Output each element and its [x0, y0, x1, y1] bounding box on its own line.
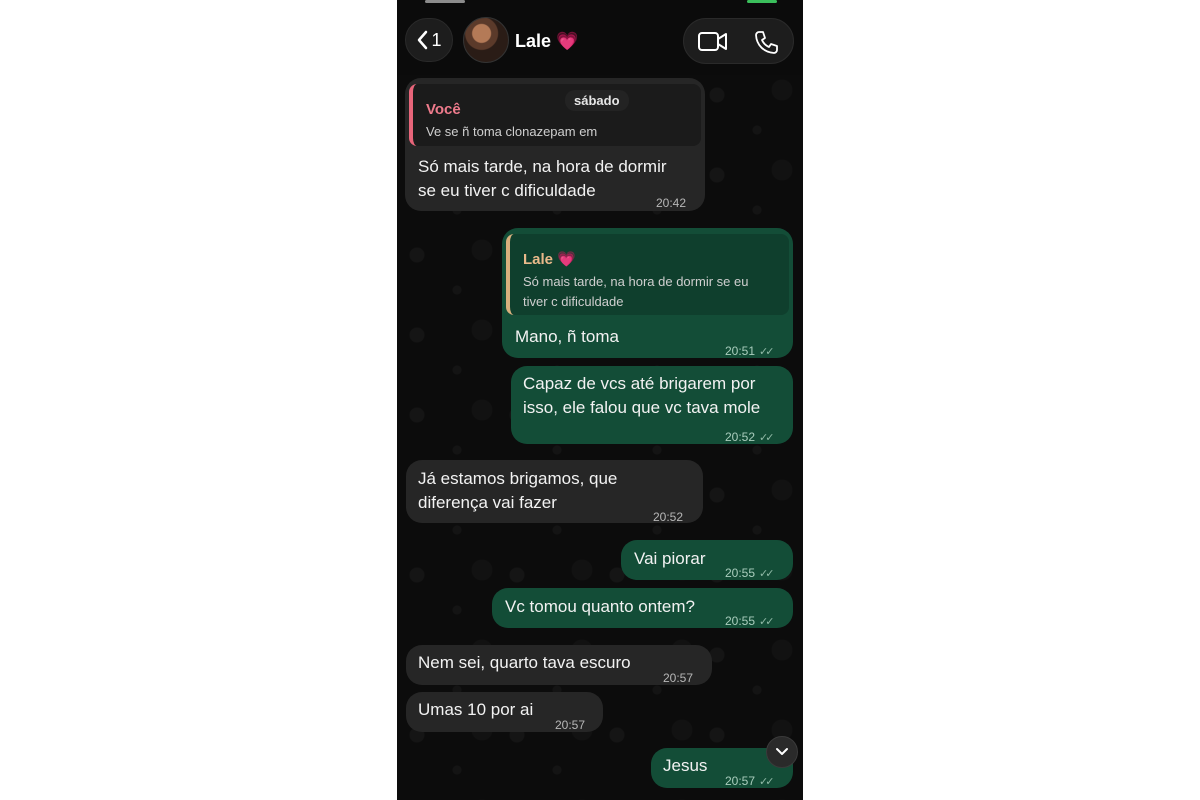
back-unread-count: 1 [431, 29, 442, 50]
chevron-down-icon [776, 748, 788, 755]
message-time: 20:57 [555, 718, 586, 732]
contact-avatar[interactable] [463, 17, 509, 63]
message-bubble-outgoing[interactable]: Vai piorar 20:55 ✓✓ [621, 540, 793, 580]
message-time: 20:52 ✓✓ [725, 425, 775, 450]
message-bubble-incoming[interactable]: Nem sei, quarto tava escuro 20:57 [406, 645, 712, 685]
message-time: 20:57 ✓✓ [725, 769, 775, 794]
message-text: Vai piorar [634, 549, 706, 568]
message-text: Vc tomou quanto ontem? [505, 597, 695, 616]
read-receipt-icon: ✓✓ [759, 776, 775, 788]
message-bubble-incoming[interactable]: Já estamos brigamos, que diferença vai f… [406, 460, 703, 524]
message-text: Capaz de vcs até brigarem por isso, ele … [523, 374, 761, 417]
read-receipt-icon: ✓✓ [759, 432, 775, 444]
message-time: 20:52 [653, 510, 684, 524]
message-bubble-outgoing[interactable]: Vc tomou quanto ontem? 20:55 ✓✓ [492, 588, 793, 628]
message-text: Mano, ñ toma [515, 327, 619, 346]
chat-header: 1 Lale 💗 [397, 0, 803, 75]
message-bubble-outgoing[interactable]: Capaz de vcs até brigarem por isso, ele … [511, 366, 793, 444]
message-time-text: 20:51 [725, 344, 756, 358]
message-time: 20:42 [656, 196, 687, 210]
message-bubble-outgoing[interactable]: Lale 💗 Só mais tarde, na hora de dormir … [502, 228, 793, 358]
message-text: Umas 10 por ai [418, 700, 534, 719]
quoted-author: Lale 💗 [523, 251, 576, 268]
message-text: Jesus [663, 756, 708, 775]
read-receipt-icon: ✓✓ [759, 616, 775, 628]
back-button[interactable]: 1 [405, 18, 453, 62]
message-text: Só mais tarde, na hora de dormir se eu t… [418, 157, 667, 200]
message-time: 20:55 ✓✓ [725, 561, 775, 586]
quoted-message[interactable]: Você Ve se ñ toma clonazepam em [409, 84, 701, 146]
read-receipt-icon: ✓✓ [759, 568, 775, 580]
quoted-author: Você [426, 101, 461, 118]
quoted-text: Só mais tarde, na hora de dormir se eu t… [523, 274, 749, 309]
message-time: 20:57 [663, 671, 694, 685]
message-time-text: 20:52 [725, 430, 756, 444]
message-time: 20:55 ✓✓ [725, 609, 775, 634]
scroll-to-bottom-button[interactable] [766, 736, 798, 768]
message-bubble-incoming[interactable]: Umas 10 por ai 20:57 [406, 692, 603, 732]
chat-screen: 1 Lale 💗 Você Ve se ñ toma clonazepam em… [397, 0, 803, 800]
video-call-icon[interactable] [697, 30, 729, 54]
message-text: Nem sei, quarto tava escuro [418, 653, 631, 672]
back-chevron-icon [418, 30, 428, 50]
quoted-text: Ve se ñ toma clonazepam em [426, 124, 598, 139]
message-text: Já estamos brigamos, que diferença vai f… [418, 469, 618, 512]
message-time-text: 20:55 [725, 614, 756, 628]
call-buttons [683, 18, 794, 64]
message-time-text: 20:57 [725, 774, 756, 788]
date-separator: sábado [565, 90, 629, 111]
read-receipt-icon: ✓✓ [759, 346, 775, 358]
contact-name[interactable]: Lale 💗 [515, 31, 578, 52]
message-time-text: 20:55 [725, 566, 756, 580]
voice-call-icon[interactable] [753, 29, 779, 55]
message-time: 20:51 ✓✓ [725, 339, 775, 364]
quoted-message[interactable]: Lale 💗 Só mais tarde, na hora de dormir … [506, 234, 789, 315]
status-bar [397, 0, 803, 6]
message-bubble-incoming[interactable]: Você Ve se ñ toma clonazepam em Só mais … [405, 78, 705, 211]
